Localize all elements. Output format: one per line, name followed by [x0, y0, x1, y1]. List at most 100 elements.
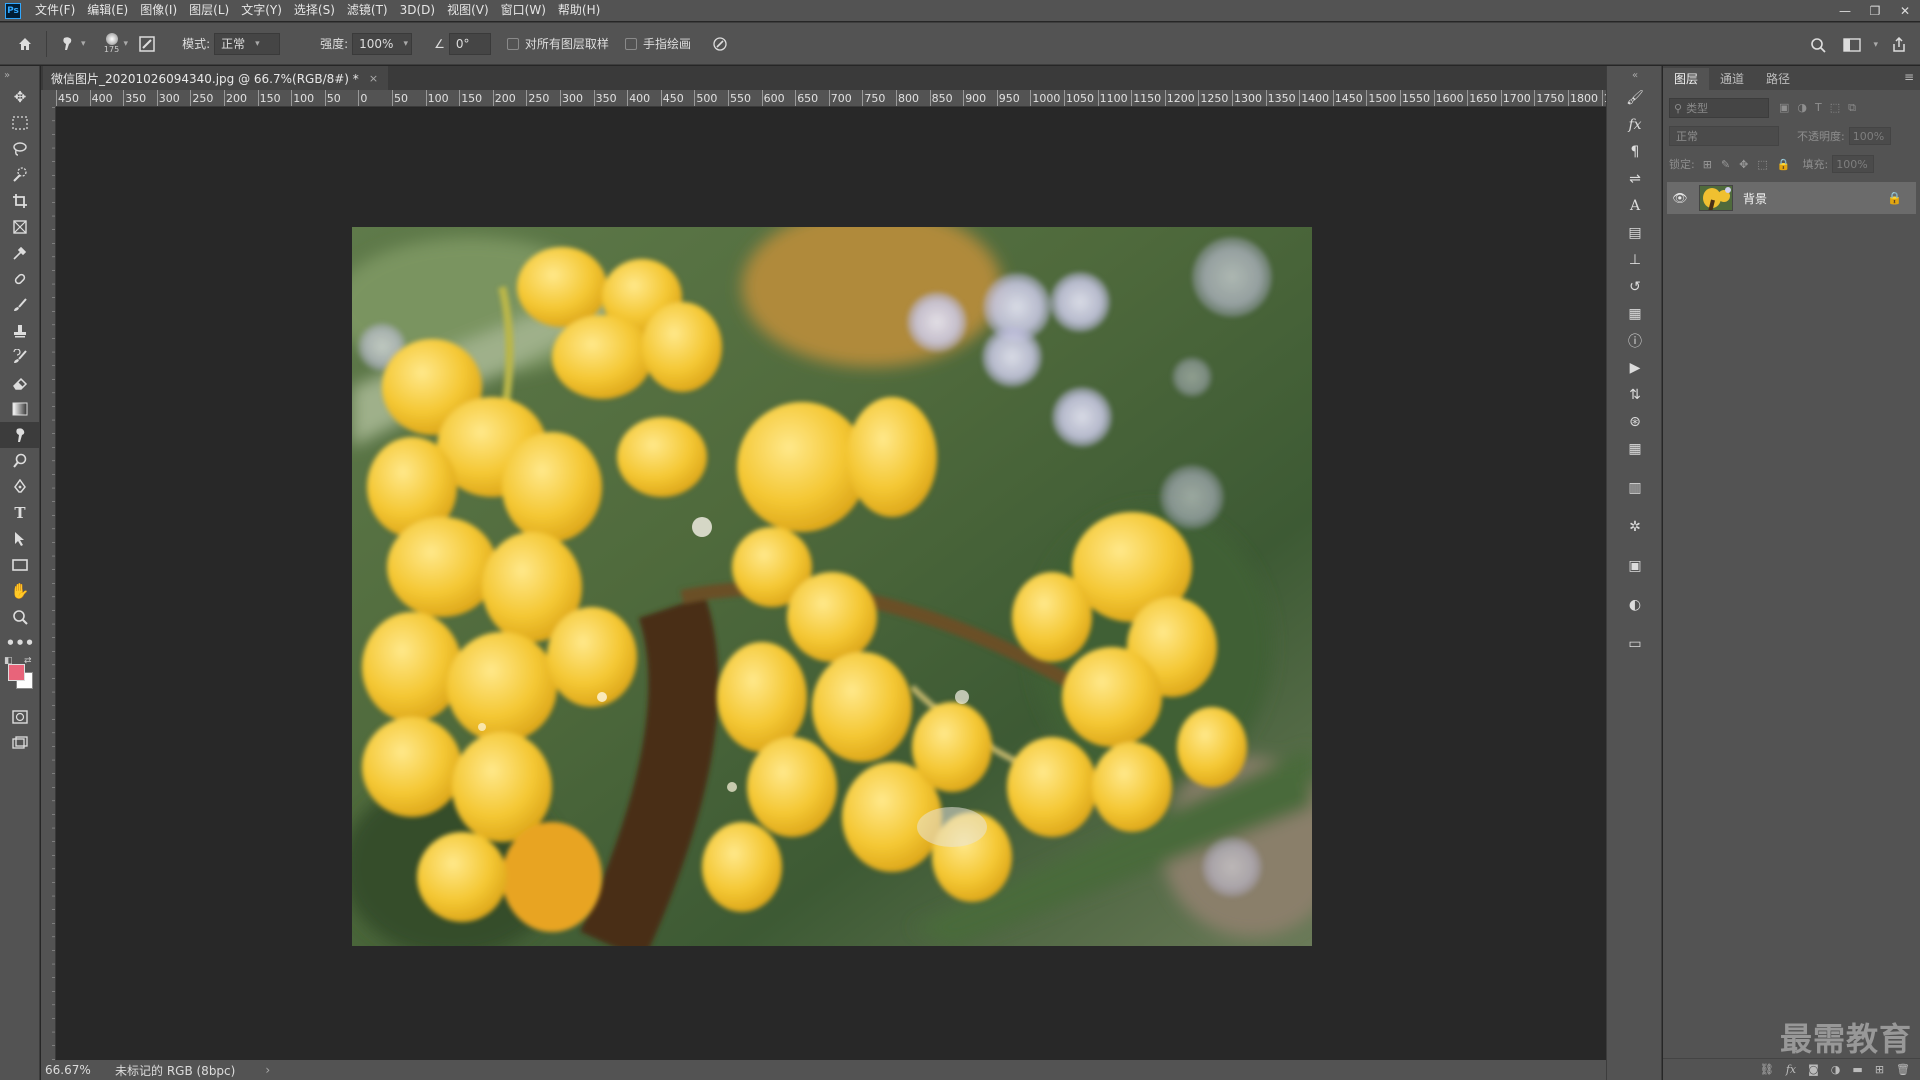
measurement-panel-icon[interactable]: ▣ [1607, 552, 1663, 579]
menu-image[interactable]: 图像(I) [134, 0, 183, 21]
vertical-ruler[interactable] [41, 107, 56, 1060]
filter-type-icon[interactable]: T [1815, 101, 1822, 115]
brush-presets-panel-icon[interactable]: ▦ [1607, 300, 1663, 327]
chevron-down-icon[interactable]: ▾ [1873, 40, 1878, 50]
document-tab[interactable]: 微信图片_20201026094340.jpg @ 66.7%(RGB/8#) … [43, 66, 389, 90]
search-icon[interactable] [1805, 32, 1831, 58]
lock-position-icon[interactable]: ✥ [1739, 158, 1748, 171]
quick-mask-icon[interactable] [0, 704, 40, 730]
actions-panel-icon[interactable]: ▶ [1607, 354, 1663, 381]
menu-window[interactable]: 窗口(W) [495, 0, 552, 21]
menu-file[interactable]: 文件(F) [29, 0, 81, 21]
tab-paths[interactable]: 路径 [1755, 68, 1801, 90]
paragraph-panel-icon[interactable]: ¶ [1607, 138, 1663, 165]
color-panel-icon[interactable]: ◐ [1607, 591, 1663, 618]
marquee-tool-icon[interactable] [0, 110, 40, 136]
move-tool-icon[interactable]: ✥ [0, 84, 40, 110]
history-brush-tool-icon[interactable] [0, 344, 40, 370]
channels-mixer-panel-icon[interactable]: ⇅ [1607, 381, 1663, 408]
close-icon[interactable]: ✕ [1890, 0, 1920, 21]
clone-source-panel-icon[interactable]: ⊥ [1607, 246, 1663, 273]
lock-transparent-icon[interactable]: ⊞ [1703, 158, 1712, 171]
history-panel-icon[interactable]: ↺ [1607, 273, 1663, 300]
minimize-icon[interactable]: — [1830, 0, 1860, 21]
lasso-tool-icon[interactable] [0, 136, 40, 162]
hand-tool-icon[interactable]: ✋ [0, 578, 40, 604]
adjustments-panel-icon[interactable]: ✲ [1607, 513, 1663, 540]
menu-view[interactable]: 视图(V) [441, 0, 495, 21]
zoom-level[interactable]: 66.67% [41, 1063, 105, 1077]
blend-mode-select[interactable]: 正常 [1669, 126, 1779, 146]
brush-settings-icon[interactable] [134, 31, 160, 57]
tab-layers[interactable]: 图层 [1663, 68, 1710, 90]
delete-layer-icon[interactable]: 🗑 [1896, 1063, 1910, 1076]
lock-all-icon[interactable]: 🔒 [1777, 158, 1791, 171]
sample-all-layers-checkbox[interactable] [506, 37, 519, 50]
libraries-panel-icon[interactable]: ▤ [1607, 219, 1663, 246]
quick-selection-tool-icon[interactable] [0, 162, 40, 188]
pen-tool-icon[interactable] [0, 474, 40, 500]
zoom-tool-icon[interactable] [0, 604, 40, 630]
collapse-toolbar-icon[interactable]: » [0, 66, 40, 84]
frame-tool-icon[interactable] [0, 214, 40, 240]
healing-brush-tool-icon[interactable] [0, 266, 40, 292]
rectangle-tool-icon[interactable] [0, 552, 40, 578]
swatches-panel-icon[interactable]: ▭ [1607, 630, 1663, 657]
collapse-panels-icon[interactable]: « [1607, 66, 1663, 84]
screen-mode-icon[interactable] [0, 730, 40, 756]
visibility-eye-icon[interactable]: 👁 [1667, 191, 1693, 205]
3d-panel-icon[interactable]: ⊛ [1607, 408, 1663, 435]
ruler-origin[interactable] [41, 90, 56, 107]
properties-panel-icon[interactable]: ⇌ [1607, 165, 1663, 192]
info-panel-icon[interactable]: ⓘ [1607, 327, 1663, 354]
styles-panel-icon[interactable]: fx [1607, 111, 1663, 138]
finger-paint-checkbox[interactable] [624, 37, 637, 50]
menu-select[interactable]: 选择(S) [288, 0, 341, 21]
layer-row[interactable]: 👁 背景 🔒 [1667, 182, 1916, 214]
layer-name[interactable]: 背景 [1743, 190, 1887, 207]
gradient-tool-icon[interactable] [0, 396, 40, 422]
layer-lock-icon[interactable]: 🔒 [1887, 191, 1902, 205]
mode-select[interactable]: 正常 ▾ [214, 32, 281, 55]
eraser-tool-icon[interactable] [0, 370, 40, 396]
smudge-tool-icon[interactable] [0, 422, 40, 448]
menu-layer[interactable]: 图层(L) [183, 0, 235, 21]
brush-tool-icon[interactable] [0, 292, 40, 318]
filter-shape-icon[interactable]: ⬚ [1830, 101, 1840, 115]
layer-filter-select[interactable]: ⚲ 类型 [1669, 98, 1769, 118]
tab-channels[interactable]: 通道 [1709, 68, 1755, 90]
workspace-icon[interactable] [1839, 32, 1865, 58]
menu-type[interactable]: 文字(Y) [235, 0, 288, 21]
lock-image-icon[interactable]: ✎ [1721, 158, 1730, 171]
angle-input[interactable]: 0° [448, 32, 491, 55]
chevron-right-icon[interactable]: › [265, 1063, 270, 1077]
document-image[interactable] [352, 227, 1312, 946]
link-layers-icon[interactable]: ⛓ [1760, 1063, 1774, 1076]
menu-edit[interactable]: 编辑(E) [81, 0, 134, 21]
document-info[interactable]: 未标记的 RGB (8bpc) [105, 1062, 235, 1079]
menu-3d[interactable]: 3D(D) [394, 0, 441, 21]
smudge-tool-preset-icon[interactable] [55, 31, 81, 57]
path-selection-tool-icon[interactable] [0, 526, 40, 552]
add-mask-icon[interactable]: ◙ [1808, 1063, 1819, 1076]
table-panel-icon[interactable]: ▦ [1607, 435, 1663, 462]
type-tool-icon[interactable]: T [0, 500, 40, 526]
restore-icon[interactable]: ❐ [1860, 0, 1890, 21]
dodge-tool-icon[interactable] [0, 448, 40, 474]
brush-settings-panel-icon[interactable]: 🖌 [1607, 84, 1663, 111]
layer-style-icon[interactable]: fx [1786, 1063, 1796, 1076]
chevron-down-icon[interactable]: ▾ [81, 39, 86, 49]
home-icon[interactable] [12, 31, 38, 57]
canvas-area[interactable] [56, 108, 1606, 1060]
close-tab-icon[interactable]: × [369, 72, 378, 85]
new-group-icon[interactable]: ▬ [1852, 1063, 1862, 1076]
character-panel-icon[interactable]: A [1607, 192, 1663, 219]
foreground-color-swatch[interactable] [8, 664, 25, 681]
chevron-down-icon[interactable]: ▾ [124, 39, 129, 49]
fill-input[interactable]: 100% [1832, 155, 1875, 173]
eyedropper-tool-icon[interactable] [0, 240, 40, 266]
menu-help[interactable]: 帮助(H) [552, 0, 606, 21]
filter-smart-object-icon[interactable]: ⧉ [1848, 101, 1856, 115]
brush-size-picker[interactable]: 175 [100, 33, 124, 54]
filter-pixel-icon[interactable]: ▣ [1779, 101, 1789, 115]
